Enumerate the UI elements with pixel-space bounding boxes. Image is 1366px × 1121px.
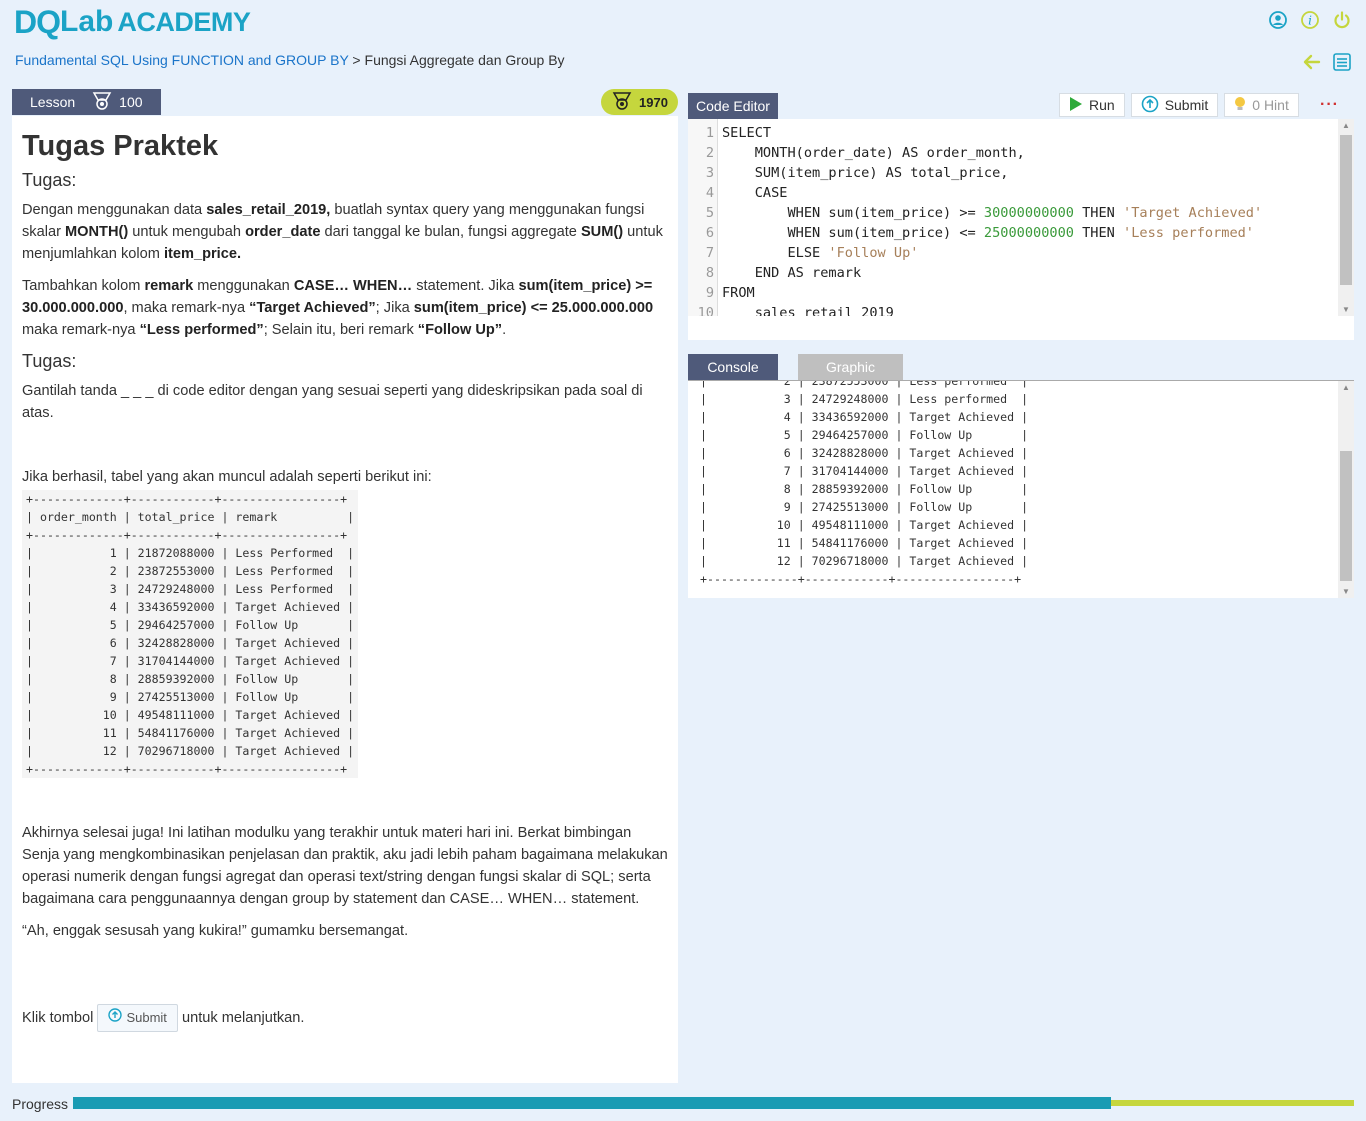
code-line[interactable]: 1 SELECT: [688, 123, 771, 143]
dqlab-logo[interactable]: DQ Lab ACADEMY: [14, 4, 251, 40]
progress-fill: [73, 1097, 1111, 1109]
line-number: 1: [705, 125, 714, 141]
scroll-up-icon[interactable]: ▲: [1342, 121, 1350, 130]
lightbulb-icon: [1234, 96, 1246, 115]
scroll-down-icon[interactable]: ▼: [1342, 305, 1350, 314]
tab-graphic[interactable]: Graphic: [798, 354, 903, 380]
submit-instruction: Klik tombol Submit untuk melanjutkan.: [22, 1004, 668, 1032]
line-number: 2: [705, 145, 714, 161]
line-number: 9: [705, 285, 714, 301]
header-actions: i: [1268, 10, 1352, 30]
console-output: | 2 | 23872553000 | Less performed | | 3…: [688, 380, 1354, 598]
editor-scrollbar[interactable]: ▲ ▼: [1338, 119, 1354, 316]
back-arrow-icon[interactable]: [1302, 52, 1322, 77]
medal-icon: [91, 91, 113, 114]
code-line[interactable]: 5 WHEN sum(item_price) >= 30000000000 TH…: [688, 203, 1262, 223]
more-options-icon[interactable]: ···: [1320, 96, 1339, 114]
line-number: 5: [705, 205, 714, 221]
hint-button[interactable]: 0 Hint: [1224, 93, 1299, 117]
tab-console[interactable]: Console: [688, 354, 778, 380]
editor-toolbar: Run Submit 0 Hint: [1059, 93, 1299, 117]
editor-footer: [688, 316, 1354, 340]
lesson-points: 100: [91, 91, 143, 114]
task-heading-2: Tugas:: [22, 351, 77, 371]
score-badge: 1970: [601, 89, 678, 115]
code-line[interactable]: 9 FROM: [688, 283, 755, 303]
inline-submit-button[interactable]: Submit: [97, 1004, 178, 1032]
console-result-table: | 2 | 23872553000 | Less performed | | 3…: [700, 380, 1029, 586]
code-line[interactable]: 6 WHEN sum(item_price) <= 25000000000 TH…: [688, 223, 1254, 243]
lesson-panel: Tugas Praktek Tugas: Dengan menggunakan …: [12, 116, 678, 1083]
code-line[interactable]: 3 SUM(item_price) AS total_price,: [688, 163, 1009, 183]
tab-code-editor[interactable]: Code Editor: [688, 93, 778, 119]
line-number: 3: [705, 165, 714, 181]
line-number: 4: [705, 185, 714, 201]
breadcrumb-current: Fungsi Aggregate dan Group By: [364, 52, 565, 68]
svg-text:i: i: [1308, 14, 1312, 28]
console-scrollbar[interactable]: ▲ ▼: [1338, 381, 1354, 598]
code-line[interactable]: 4 CASE: [688, 183, 788, 203]
line-number: 8: [705, 265, 714, 281]
task-paragraph-1: Dengan menggunakan data sales_retail_201…: [22, 202, 663, 262]
upload-icon: [108, 1007, 123, 1029]
list-menu-icon[interactable]: [1332, 52, 1352, 77]
code-line[interactable]: 7 ELSE 'Follow Up': [688, 243, 919, 263]
nav-actions: [1302, 52, 1352, 77]
console-scrollbar-thumb[interactable]: [1340, 451, 1352, 581]
line-number: 6: [705, 225, 714, 241]
task-heading: Tugas:: [22, 170, 77, 190]
play-icon: [1069, 96, 1083, 115]
code-editor[interactable]: 1 SELECT 2 MONTH(order_date) AS order_mont…: [688, 119, 1354, 316]
upload-icon: [1141, 95, 1159, 116]
code-line[interactable]: 2 MONTH(order_date) AS order_month,: [688, 143, 1025, 163]
task-paragraph-4: Jika berhasil, tabel yang akan muncul ad…: [22, 469, 432, 485]
scroll-up-icon[interactable]: ▲: [1342, 383, 1350, 392]
breadcrumb-course-link[interactable]: Fundamental SQL Using FUNCTION and GROUP…: [15, 52, 349, 68]
closing-paragraph: Akhirnya selesai juga! Ini latihan modul…: [22, 825, 668, 907]
editor-scrollbar-thumb[interactable]: [1340, 135, 1352, 285]
quote-paragraph: “Ah, enggak sesusah yang kukira!” gumamk…: [22, 923, 409, 939]
progress-label: Progress: [12, 1096, 69, 1112]
scroll-down-icon[interactable]: ▼: [1342, 587, 1350, 596]
medal-icon: [611, 91, 633, 114]
breadcrumb-separator: >: [348, 52, 365, 68]
line-number: 10: [697, 305, 714, 316]
info-icon[interactable]: i: [1300, 10, 1320, 30]
breadcrumb: Fundamental SQL Using FUNCTION and GROUP…: [15, 52, 565, 68]
line-number: 7: [705, 245, 714, 261]
power-icon[interactable]: [1332, 10, 1352, 30]
task-paragraph-2: Tambahkan kolom remark menggunakan CASE……: [22, 278, 654, 338]
run-button[interactable]: Run: [1059, 93, 1125, 117]
task-paragraph-3: Gantilah tanda _ _ _ di code editor deng…: [22, 383, 643, 421]
tab-lesson[interactable]: Lesson 100: [12, 89, 161, 115]
code-line[interactable]: 10 sales_retail_2019: [688, 303, 894, 316]
expected-result-table: +-------------+------------+------------…: [22, 490, 359, 778]
lesson-title: Tugas Praktek: [22, 130, 219, 162]
user-icon[interactable]: [1268, 10, 1288, 30]
code-line[interactable]: 8 END AS remark: [688, 263, 861, 283]
submit-button[interactable]: Submit: [1130, 93, 1219, 117]
